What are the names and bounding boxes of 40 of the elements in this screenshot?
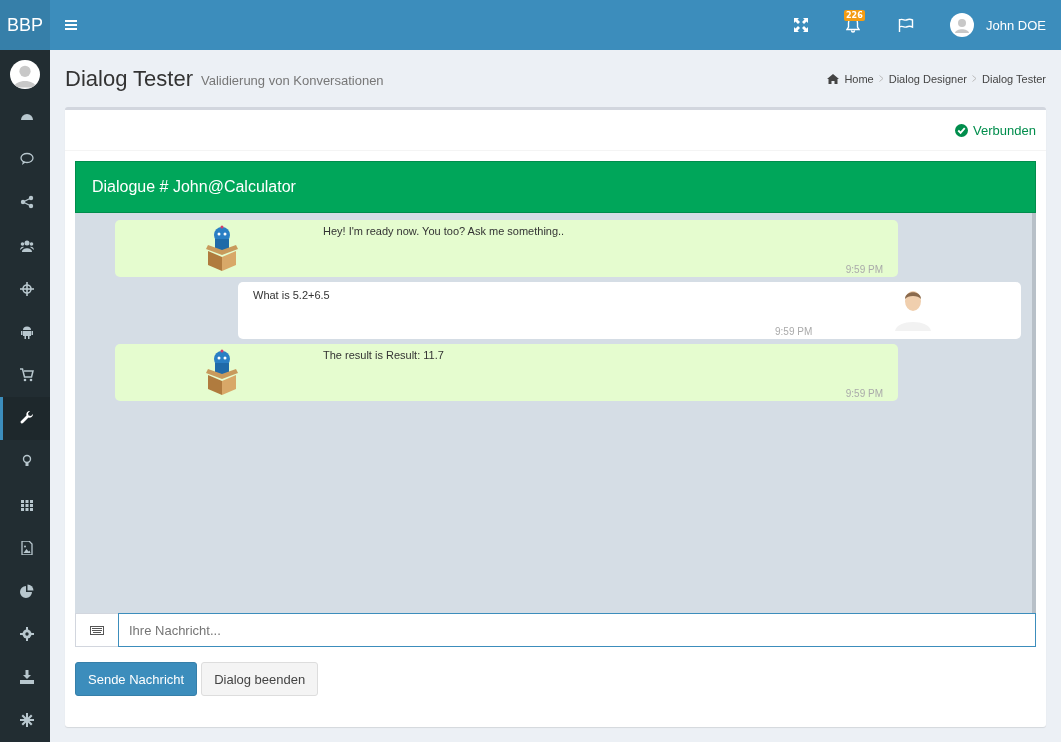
page-subtitle: Validierung von Konversationen xyxy=(201,73,384,88)
message-time: 9:59 PM xyxy=(845,388,883,399)
chevron-icon xyxy=(878,75,884,82)
message-input[interactable]: Ihre Nachricht... xyxy=(118,613,1036,647)
message-text: Hey! I'm ready now. You too? Ask me something.. xyxy=(323,225,565,237)
breadcrumb-link[interactable]: Dialog Designer xyxy=(888,72,967,85)
message-text: What is 5.2+6.5 xyxy=(253,289,330,301)
download-icon xyxy=(19,670,34,685)
message-time: 9:59 PM xyxy=(775,326,813,337)
sidebar-item[interactable] xyxy=(0,396,50,440)
user-avatar[interactable] xyxy=(950,13,974,37)
chevron-icon xyxy=(972,75,977,82)
user-avatar xyxy=(10,60,40,90)
share-icon xyxy=(19,195,34,210)
chat-icon xyxy=(19,152,34,167)
send-button[interactable]: Sende Nachricht xyxy=(75,662,198,696)
fullscreen-icon[interactable] xyxy=(794,18,808,32)
user-name[interactable]: John DOE xyxy=(986,17,1046,33)
menu-icon[interactable] xyxy=(65,20,77,30)
users-icon xyxy=(19,238,34,253)
image-icon xyxy=(19,540,34,555)
target-icon xyxy=(19,281,34,296)
breadcrumb-link[interactable]: Home xyxy=(844,72,874,85)
keyboard-icon xyxy=(90,625,104,635)
dialog-header: Dialogue # John@Calculator xyxy=(75,161,1036,213)
end-dialog-button[interactable]: Dialog beenden xyxy=(201,662,319,696)
notification-badge: 226 xyxy=(844,10,865,21)
asterisk-icon xyxy=(19,713,34,728)
pie-icon xyxy=(19,583,34,598)
android-icon xyxy=(19,324,34,339)
wrench-icon xyxy=(19,411,34,426)
home-icon xyxy=(827,73,840,84)
cart-icon xyxy=(19,368,34,383)
grid-icon xyxy=(19,497,34,512)
message-time: 9:59 PM xyxy=(845,264,883,275)
page-title: Dialog Tester xyxy=(65,65,193,92)
connection-status: Verbunden xyxy=(973,122,1036,138)
message-text: The result is Result: 11.7 xyxy=(323,349,444,361)
logo[interactable]: BBP xyxy=(0,0,50,50)
flag-icon[interactable] xyxy=(898,18,914,32)
